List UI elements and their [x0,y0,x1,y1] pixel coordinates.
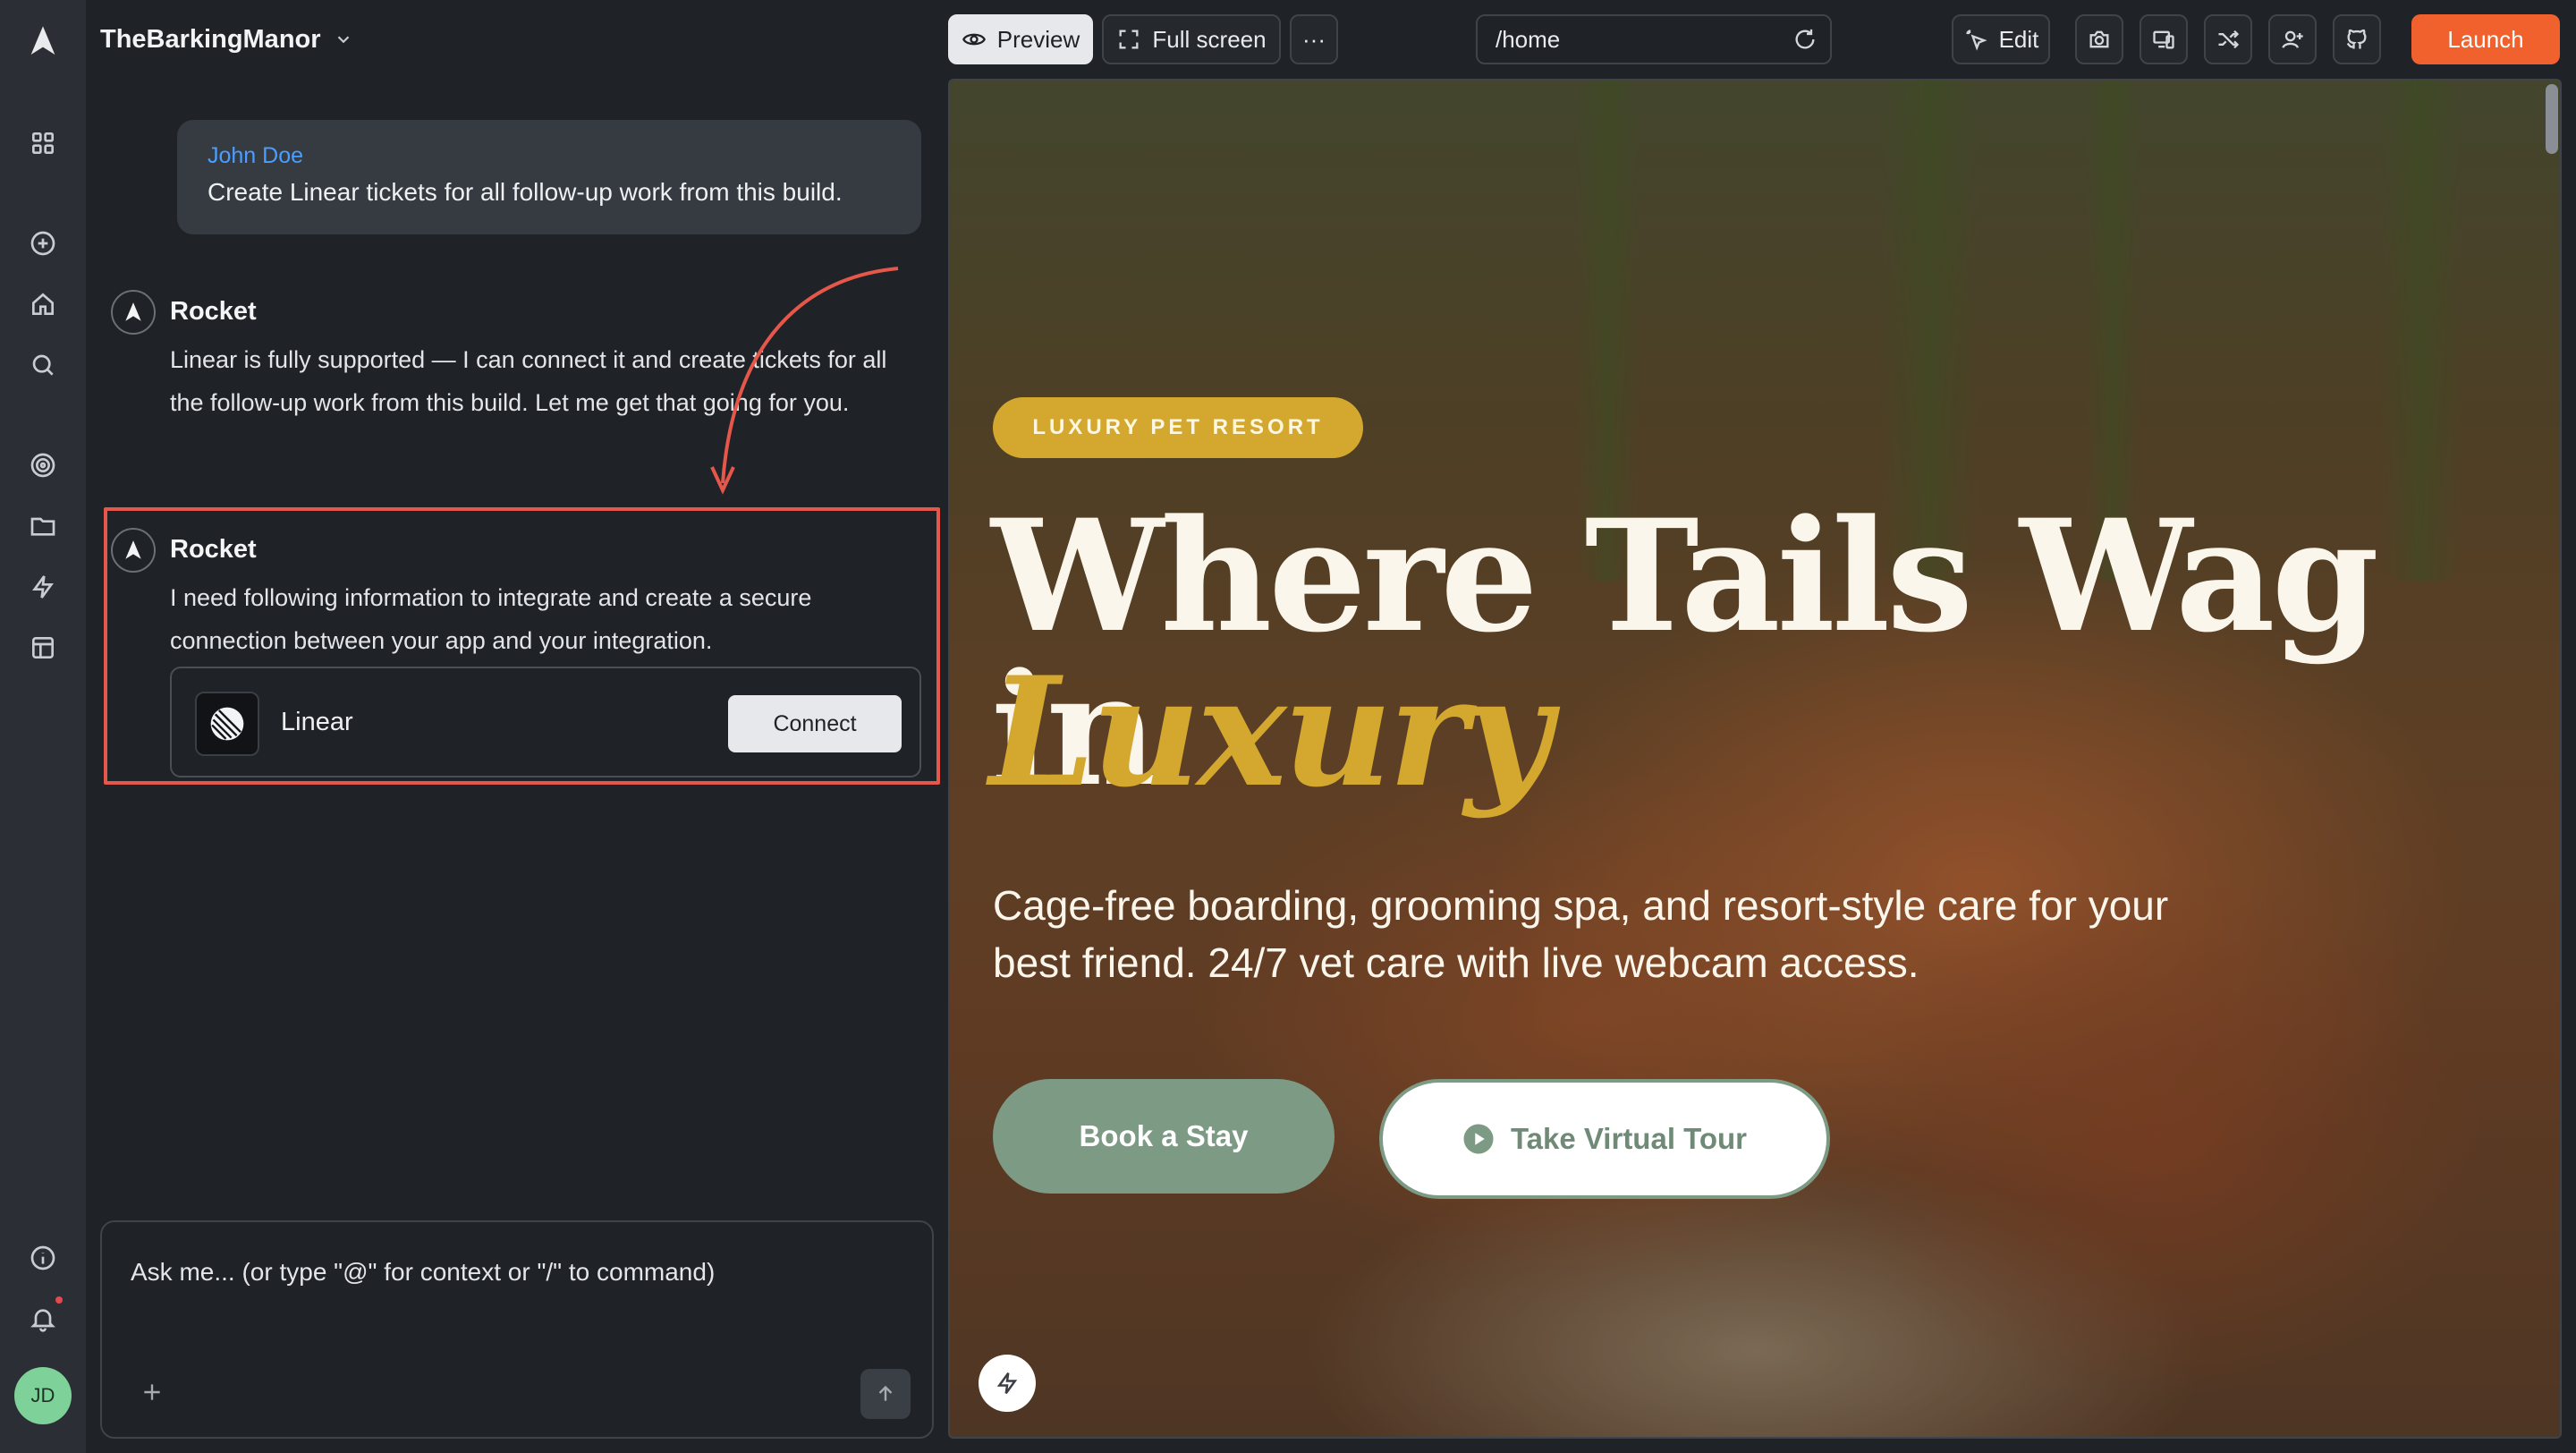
assistant-author: Rocket [170,535,257,564]
screenshot-button[interactable] [2075,14,2123,64]
folder-icon[interactable] [21,505,64,548]
play-circle-icon [1463,1124,1494,1154]
devices-icon [2153,30,2174,49]
chat-input[interactable]: Ask me... (or type "@" for context or "/… [131,1258,900,1287]
expand-icon [1119,30,1139,49]
hero-badge: LUXURY PET RESORT [993,397,1363,458]
assistant-message-text: I need following information to integrat… [170,584,812,654]
fullscreen-button[interactable]: Full screen [1102,14,1281,64]
search-icon[interactable] [21,344,64,387]
github-button[interactable] [2333,14,2381,64]
launch-button[interactable]: Launch [2411,14,2560,64]
camera-icon [2089,30,2109,48]
responsive-button[interactable] [2140,14,2188,64]
more-icon: ··· [1302,25,1326,53]
chat-composer: Ask me... (or type "@" for context or "/… [100,1220,934,1439]
preview-tab-label: Preview [996,25,1080,53]
url-bar[interactable]: /home [1476,14,1832,64]
icon-rail: JD [0,0,86,1453]
connect-button[interactable]: Connect [728,695,902,752]
chevron-down-icon [337,36,349,44]
user-message-text: Create Linear tickets for all follow-up … [208,178,843,206]
notification-dot [55,1296,63,1304]
target-icon[interactable] [21,444,64,487]
integration-card: Linear Connect [170,667,921,777]
cursor-click-icon [1966,30,1987,51]
project-switcher[interactable]: TheBarkingManor [100,21,353,57]
book-a-stay-button[interactable]: Book a Stay [993,1079,1335,1194]
assistant-author: Rocket [170,297,257,326]
github-icon [2346,29,2367,49]
app-preview: LUXURY PET RESORT Where Tails Wag in Lux… [948,79,2562,1439]
attach-plus-icon[interactable] [134,1374,170,1410]
hero-title-accent: Luxury [989,643,1552,820]
virtual-tour-label: Take Virtual Tour [1510,1122,1748,1155]
user-avatar[interactable]: JD [14,1367,72,1424]
preview-scrollbar[interactable] [2546,84,2558,154]
fullscreen-label: Full screen [1152,25,1267,53]
layout-icon[interactable] [21,626,64,669]
url-text: /home [1496,25,1561,53]
send-button[interactable] [860,1369,911,1419]
invite-button[interactable] [2268,14,2317,64]
eye-icon [962,33,986,46]
refresh-icon[interactable] [1792,27,1818,52]
rocket-logo-icon[interactable] [21,20,64,63]
arrow-up-icon [878,1385,893,1401]
bell-icon[interactable] [21,1297,64,1340]
user-message: John Doe Create Linear tickets for all f… [177,120,921,234]
info-icon[interactable] [21,1236,64,1279]
hero-subtitle: Cage-free boarding, grooming spa, and re… [993,882,2169,986]
home-icon[interactable] [21,283,64,326]
rocket-avatar-icon [111,528,156,573]
virtual-tour-button[interactable]: Take Virtual Tour [1379,1079,1830,1199]
user-plus-icon [2282,30,2303,48]
annotation-arrow-icon [710,267,899,495]
shuffle-button[interactable] [2204,14,2252,64]
rocket-avatar-icon [111,290,156,335]
bolt-icon [996,1372,1018,1394]
linear-logo-icon [195,692,259,756]
integration-name: Linear [281,708,353,736]
edit-button[interactable]: Edit [1952,14,2050,64]
apps-grid-icon[interactable] [21,122,64,165]
more-button[interactable]: ··· [1290,14,1338,64]
shuffle-icon [2218,30,2240,49]
edit-label: Edit [1998,25,2039,53]
quick-action-button[interactable] [979,1355,1036,1412]
preview-tab[interactable]: Preview [948,14,1093,64]
new-project-icon[interactable] [21,222,64,265]
project-name: TheBarkingManor [100,24,321,54]
user-message-author: John Doe [208,143,304,168]
assistant-message: Rocket I need following information to i… [111,528,916,671]
bolt-icon[interactable] [21,565,64,608]
